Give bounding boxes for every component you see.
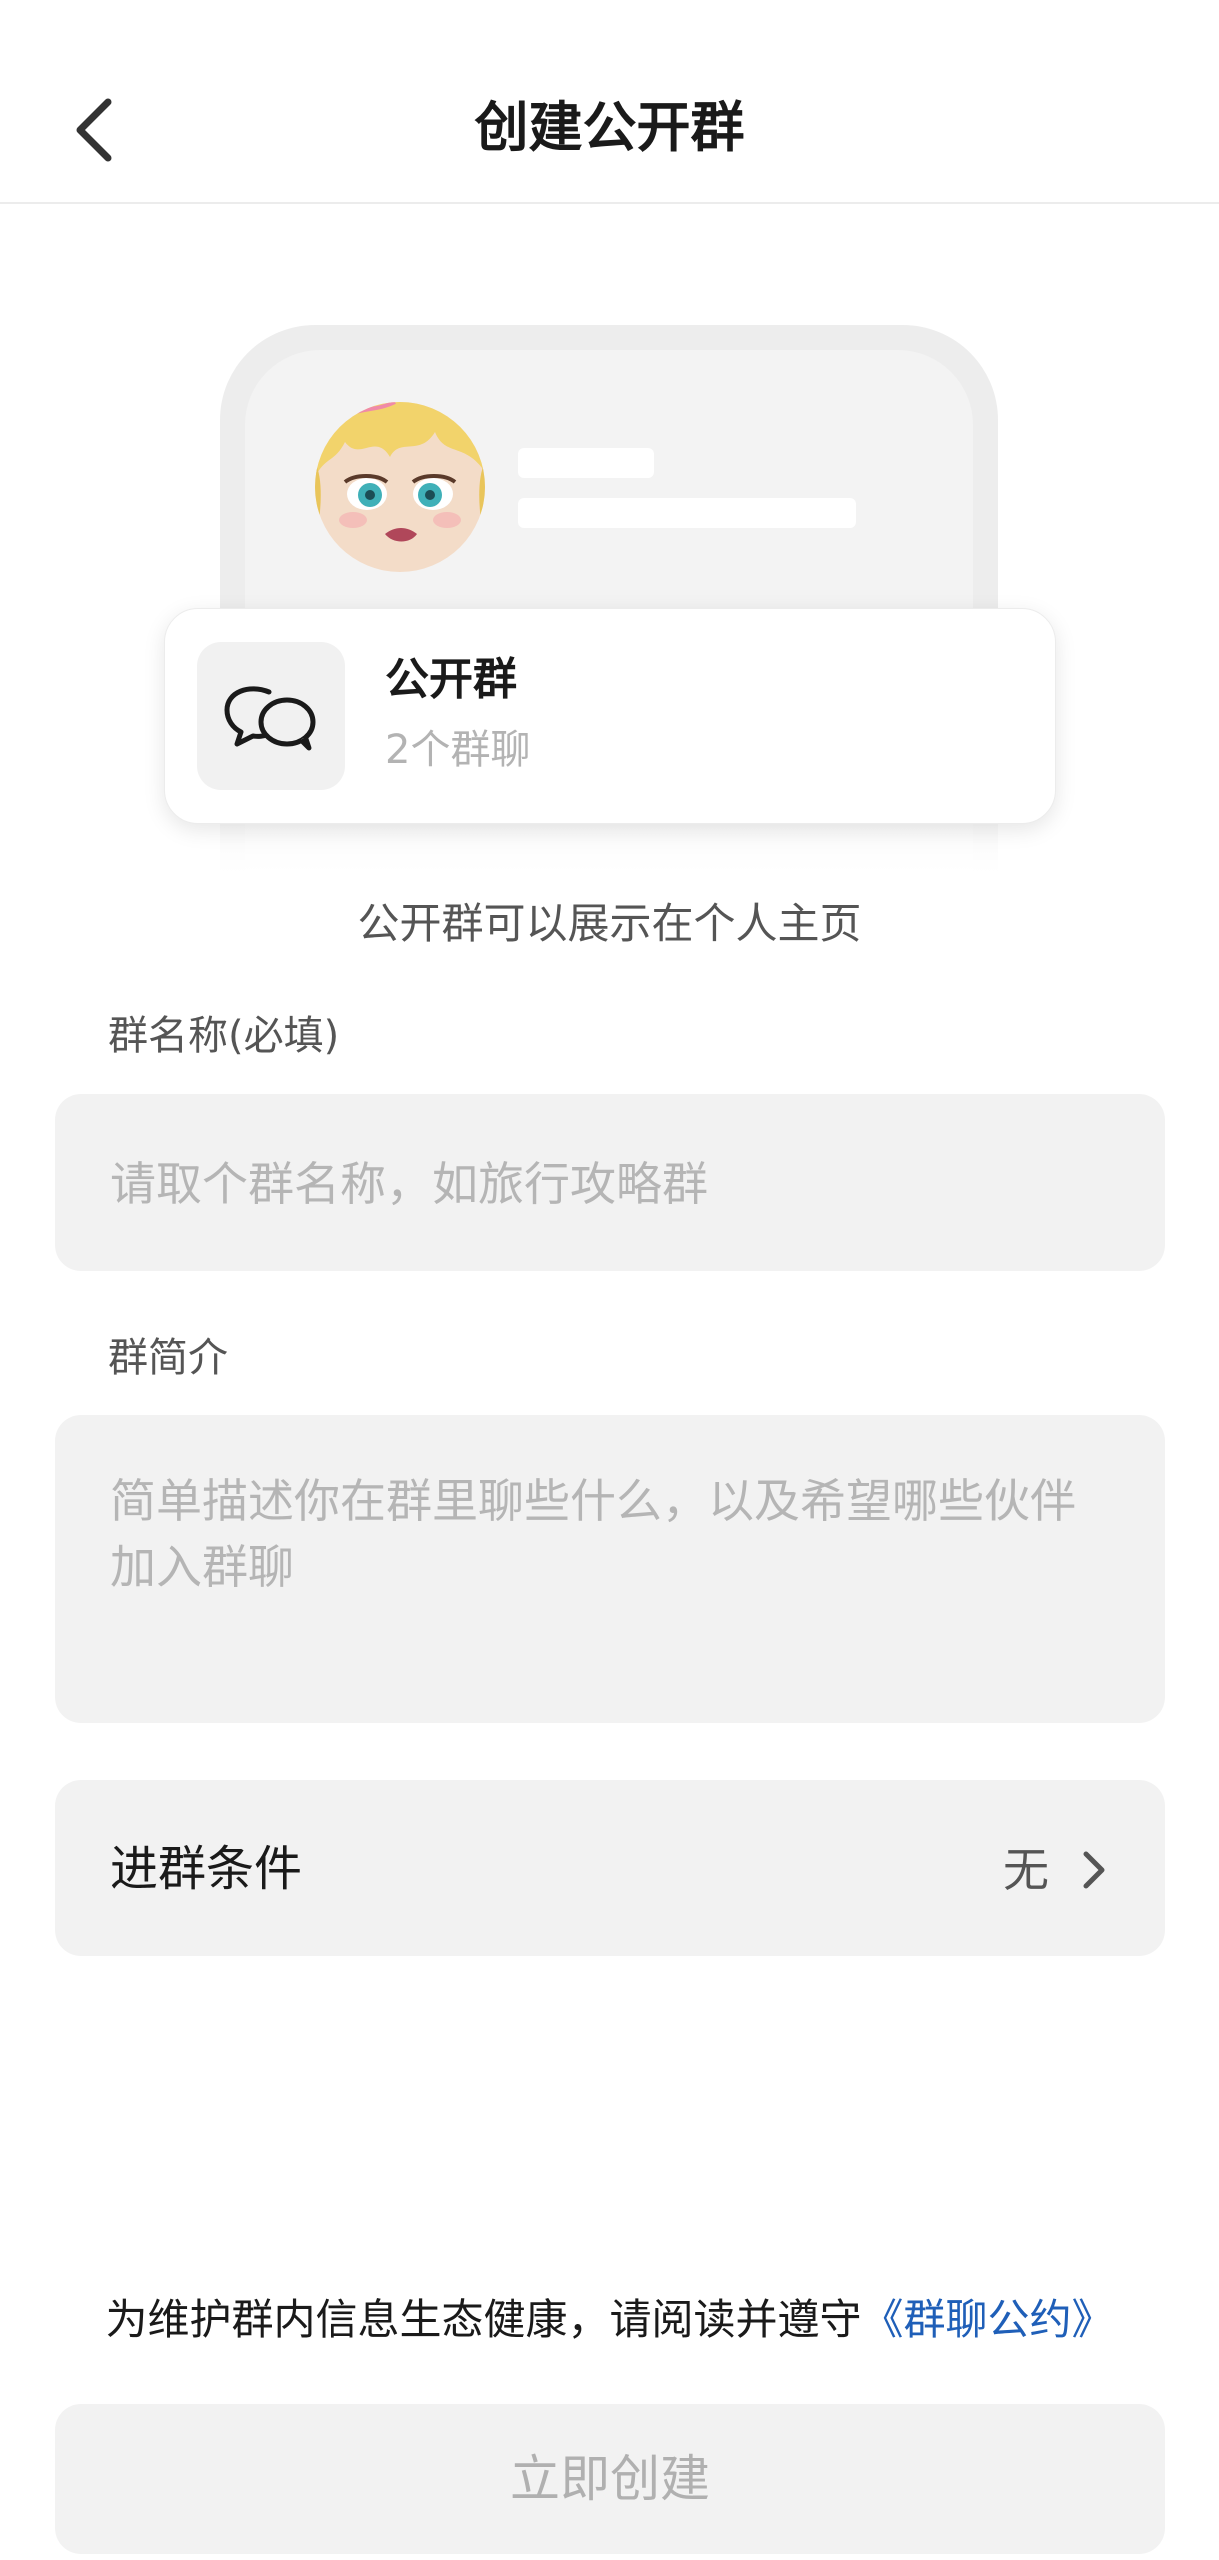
group-icon-box (197, 642, 345, 790)
group-rules-link[interactable]: 《群聊公约》 (862, 2295, 1114, 2344)
chevron-right-icon (1076, 1846, 1112, 1894)
group-intro-placeholder: 简单描述你在群里聊些什么，以及希望哪些伙伴加入群聊 (110, 1474, 1076, 1594)
join-condition-label: 进群条件 (110, 1841, 303, 1897)
avatar (315, 402, 485, 572)
group-name-placeholder: 请取个群名称，如旅行攻略群 (110, 1157, 708, 1211)
group-card-subtitle: 2个群聊 (385, 727, 531, 773)
group-card-title: 公开群 (385, 654, 517, 705)
placeholder-line (518, 498, 856, 528)
chat-bubbles-icon (224, 686, 316, 751)
create-now-button[interactable]: 立即创建 (55, 2404, 1165, 2554)
group-name-label: 群名称(必填) (108, 1013, 340, 1059)
page-title: 创建公开群 (474, 96, 745, 159)
join-condition-value: 无 (1003, 1843, 1049, 1897)
group-intro-label: 群简介 (108, 1335, 228, 1381)
public-group-intro: 公开群可以展示在个人主页 (357, 899, 862, 948)
group-rules-notice: 为维护群内信息生态健康，请阅读并遵守《群聊公约》 (0, 2290, 1219, 2350)
group-rules-notice-text: 为维护群内信息生态健康，请阅读并遵守 (105, 2295, 862, 2344)
placeholder-line (518, 448, 654, 478)
